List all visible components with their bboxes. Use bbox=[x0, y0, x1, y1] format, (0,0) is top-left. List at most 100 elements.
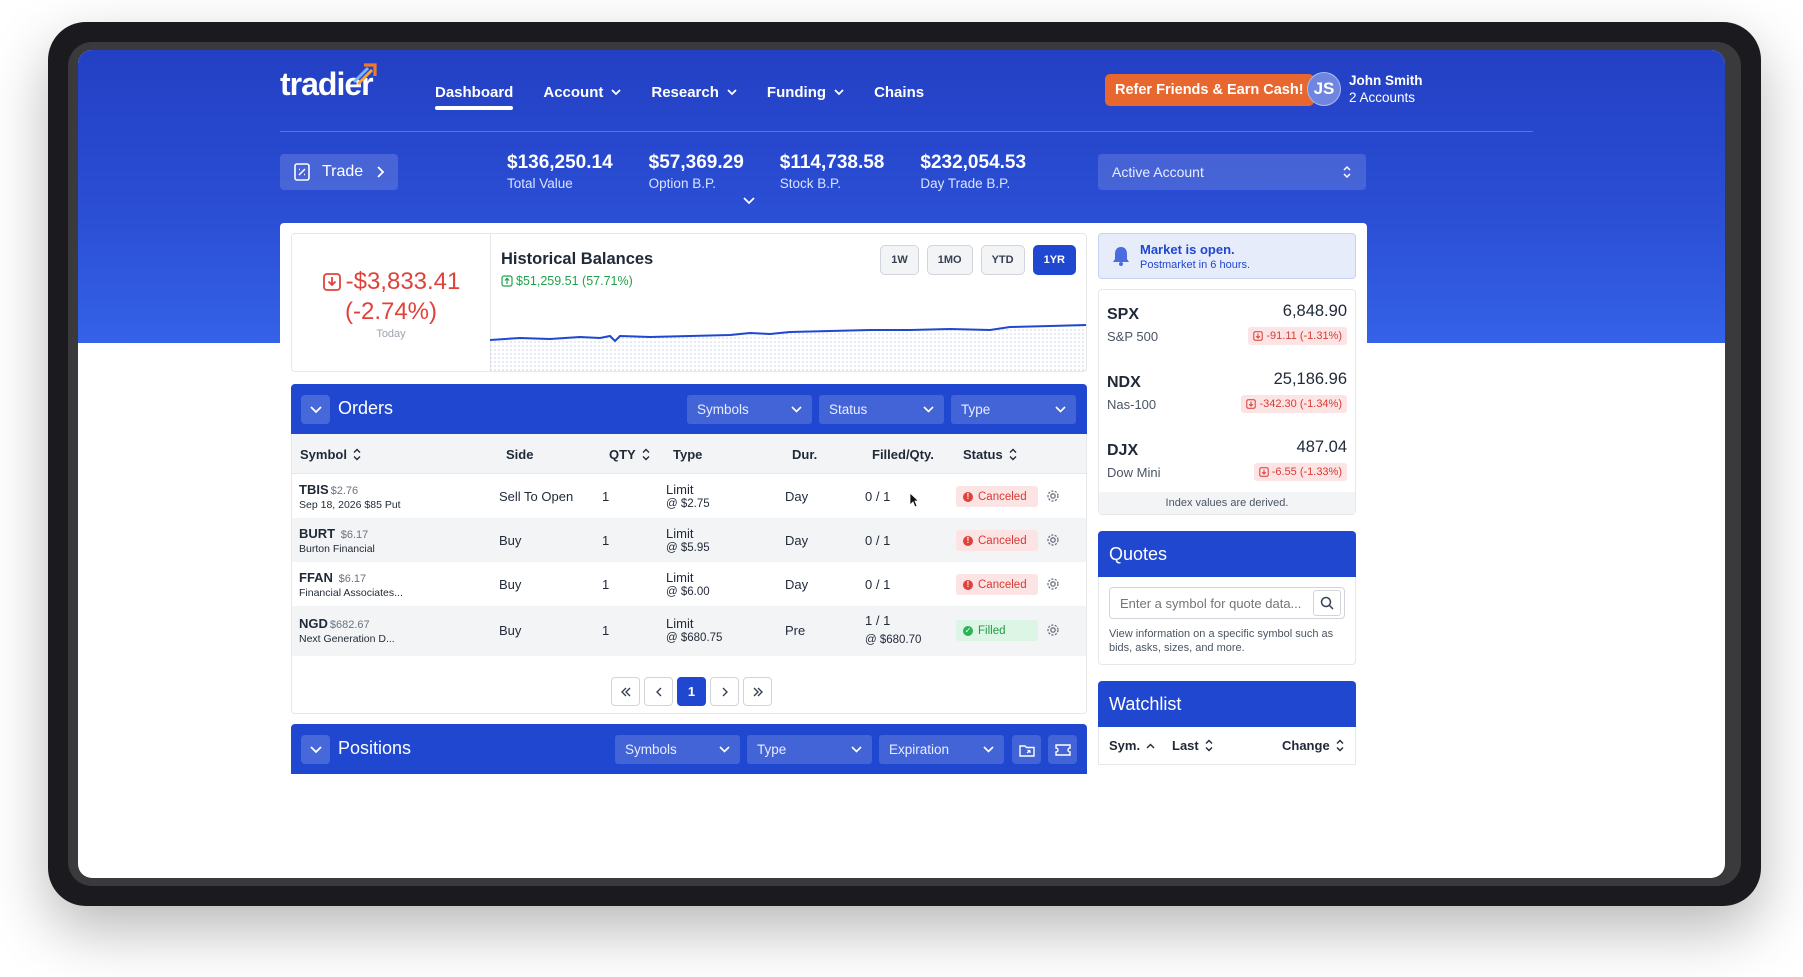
quotes-header: Quotes bbox=[1098, 531, 1356, 577]
nav-funding-label: Funding bbox=[766, 83, 827, 101]
gear-icon[interactable] bbox=[1046, 489, 1060, 503]
positions-filter-type[interactable]: Type bbox=[747, 735, 872, 764]
historical-balances: Historical Balances $51,259.51 (57.71%) … bbox=[490, 233, 1087, 372]
order-limit: @ $680.75 bbox=[666, 632, 723, 644]
export-positions-button[interactable] bbox=[1012, 735, 1041, 764]
range-1yr[interactable]: 1YR bbox=[1032, 245, 1076, 275]
column-symbol[interactable]: Symbol bbox=[300, 447, 361, 462]
positions-filter-expiration[interactable]: Expiration bbox=[879, 735, 1004, 764]
orders-filter-status[interactable]: Status bbox=[819, 395, 944, 424]
quotes-title: Quotes bbox=[1109, 544, 1168, 564]
gear-icon[interactable] bbox=[1046, 577, 1060, 591]
nav-account[interactable]: Account bbox=[543, 76, 621, 108]
trade-button[interactable]: Trade bbox=[280, 154, 398, 190]
sort-icon bbox=[1205, 739, 1213, 752]
stat-stock-bp: $114,738.58 Stock B.P. bbox=[780, 152, 885, 191]
quote-search-button[interactable] bbox=[1313, 590, 1341, 616]
orders-filter-type[interactable]: Type bbox=[951, 395, 1076, 424]
stat-value: $114,738.58 bbox=[779, 152, 885, 173]
table-row[interactable]: BURT $6.17 Burton Financial Buy 1 Limit @ … bbox=[292, 518, 1086, 562]
column-label: Status bbox=[963, 447, 1003, 462]
logo[interactable]: tradier bbox=[280, 63, 377, 103]
positions-filter-symbols[interactable]: Symbols bbox=[615, 735, 740, 764]
column-status[interactable]: Status bbox=[963, 447, 1017, 462]
range-ytd[interactable]: YTD bbox=[980, 245, 1025, 275]
order-limit: @ $6.00 bbox=[666, 586, 710, 598]
column-label: Sym. bbox=[1109, 738, 1141, 753]
table-row[interactable]: TBIS $2.76 Sep 18, 2026 $85 Put Sell To Op… bbox=[292, 474, 1086, 518]
nav-chains[interactable]: Chains bbox=[874, 76, 924, 108]
filter-label: Status bbox=[829, 402, 868, 417]
watchlist-header: Watchlist bbox=[1098, 681, 1356, 727]
positions-collapse-button[interactable] bbox=[301, 735, 330, 764]
order-price: $6.17 bbox=[340, 529, 369, 541]
nav-dashboard[interactable]: Dashboard bbox=[435, 76, 514, 110]
historical-change: $51,259.51 (57.71%) bbox=[516, 274, 633, 288]
nav-research[interactable]: Research bbox=[651, 76, 737, 108]
quote-search-input[interactable] bbox=[1109, 587, 1345, 619]
arrow-down-box-icon bbox=[322, 273, 341, 291]
range-1w[interactable]: 1W bbox=[880, 245, 919, 275]
chevron-right-icon bbox=[377, 166, 385, 178]
gear-icon[interactable] bbox=[1046, 623, 1060, 637]
active-account-label: Active Account bbox=[1112, 164, 1204, 180]
first-page-button[interactable] bbox=[611, 677, 640, 706]
alert-icon: ! bbox=[963, 579, 973, 590]
order-limit: @ $5.95 bbox=[666, 542, 710, 554]
column-label: Filled/Qty. bbox=[872, 447, 934, 462]
index-change-text: -6.55 (-1.33%) bbox=[1271, 466, 1342, 478]
order-symbol: NGD bbox=[299, 616, 328, 631]
next-page-button[interactable] bbox=[710, 677, 739, 706]
ticket-view-button[interactable] bbox=[1048, 735, 1077, 764]
page-1-button[interactable]: 1 bbox=[677, 677, 706, 706]
positions-header: Positions Symbols Type Expiration bbox=[291, 724, 1087, 774]
expand-stats-chevron-icon[interactable] bbox=[742, 196, 756, 206]
balance-stats: $136,250.14 Total Value $57,369.29 Option … bbox=[507, 152, 1026, 191]
index-symbol: SPX bbox=[1107, 306, 1140, 323]
table-row[interactable]: FFAN $6.17 Financial Associates... Buy 1 … bbox=[292, 562, 1086, 606]
app-screen: tradier Dashboard Account Research Fundi… bbox=[78, 50, 1725, 878]
order-filled: 0 / 1 bbox=[865, 533, 891, 548]
filter-label: Type bbox=[961, 402, 991, 417]
last-page-button[interactable] bbox=[743, 677, 772, 706]
order-type: Limit bbox=[666, 570, 694, 585]
orders-table-header: Symbol Side QTY Type Dur. Filled/Qty. St… bbox=[292, 434, 1086, 474]
chevron-down-icon bbox=[834, 89, 844, 96]
column-last[interactable]: Last bbox=[1172, 738, 1213, 753]
watchlist-table-header: Sym. Last Change bbox=[1098, 727, 1356, 765]
order-side: Buy bbox=[499, 533, 522, 548]
index-item[interactable]: DJX Dow Mini 487.04 -6.55 (-1.33%) bbox=[1099, 426, 1355, 494]
filter-label: Symbols bbox=[625, 742, 677, 757]
nav-dashboard-label: Dashboard bbox=[435, 83, 514, 101]
prev-page-button[interactable] bbox=[644, 677, 673, 706]
double-chevron-left-icon bbox=[620, 687, 630, 696]
order-filled-price: @ $680.70 bbox=[865, 634, 922, 646]
range-1mo[interactable]: 1MO bbox=[926, 245, 973, 275]
orders-filter-symbols[interactable]: Symbols bbox=[687, 395, 812, 424]
index-item[interactable]: SPX S&P 500 6,848.90 -91.11 (-1.31%) bbox=[1099, 290, 1355, 358]
today-amount: -$3,833.41 bbox=[345, 268, 461, 295]
stat-label: Day Trade B.P. bbox=[920, 176, 1011, 191]
table-row[interactable]: NGD $682.67 Next Generation D... Buy 1 Lim… bbox=[292, 606, 1086, 656]
stat-label: Total Value bbox=[507, 176, 573, 191]
chevron-left-icon bbox=[655, 687, 661, 696]
column-change[interactable]: Change bbox=[1282, 738, 1344, 753]
index-item[interactable]: NDX Nas-100 25,186.96 -342.30 (-1.34%) bbox=[1099, 358, 1355, 426]
orders-collapse-button[interactable] bbox=[301, 395, 330, 424]
active-account-select[interactable]: Active Account bbox=[1098, 154, 1366, 190]
order-qty: 1 bbox=[602, 577, 610, 592]
column-qty[interactable]: QTY bbox=[609, 447, 650, 462]
trade-label: Trade bbox=[322, 163, 364, 180]
top-nav: tradier Dashboard Account Research Fundi… bbox=[280, 50, 1533, 132]
column-side: Side bbox=[506, 447, 533, 462]
nav-funding[interactable]: Funding bbox=[767, 76, 844, 108]
gear-icon[interactable] bbox=[1046, 533, 1060, 547]
order-filled: 0 / 1 bbox=[865, 577, 891, 592]
column-sym[interactable]: Sym. bbox=[1109, 738, 1155, 753]
index-symbol: NDX bbox=[1107, 374, 1141, 391]
order-limit: @ $2.75 bbox=[666, 498, 710, 510]
refer-friends-button[interactable]: Refer Friends & Earn Cash! bbox=[1105, 74, 1314, 106]
index-change-text: -91.11 (-1.31%) bbox=[1266, 330, 1342, 342]
orders-title: Orders bbox=[338, 398, 394, 418]
user-menu[interactable]: JS John Smith 2 Accounts bbox=[1307, 72, 1423, 106]
